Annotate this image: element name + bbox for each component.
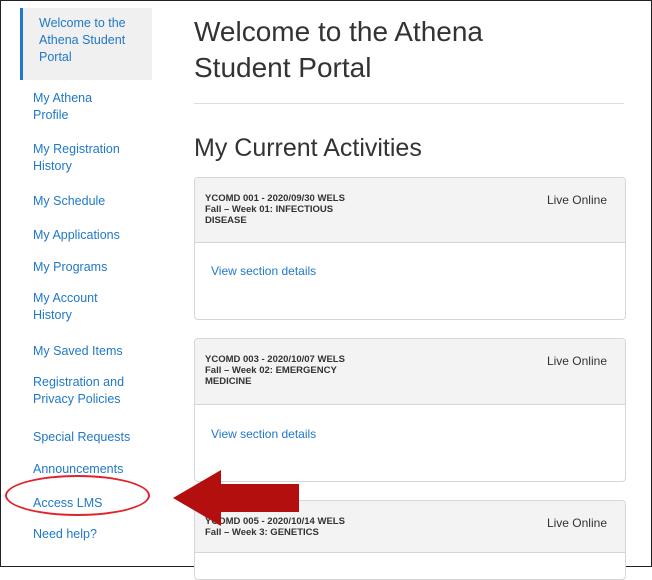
title-divider [194,103,624,104]
view-section-details-link[interactable]: View section details [211,427,316,441]
activity-title: YCOMD 001 - 2020/09/30 WELS Fall – Week … [205,193,405,226]
sidebar-item-applications[interactable]: My Applications [20,227,120,244]
activity-card: YCOMD 001 - 2020/09/30 WELS Fall – Week … [194,177,626,320]
sidebar-item-label: Announcements [33,462,124,476]
activity-title-line: YCOMD 001 - 2020/09/30 WELS [205,193,345,204]
activity-card-header: YCOMD 003 - 2020/10/07 WELS Fall – Week … [195,339,625,405]
sidebar-item-special-requests[interactable]: Special Requests [20,429,130,446]
sidebar-item-label: History [33,159,72,173]
activity-title: YCOMD 003 - 2020/10/07 WELS Fall – Week … [205,354,405,387]
sidebar-item-label: Special Requests [33,430,131,444]
sidebar-item-label: History [33,308,72,322]
sidebar-item-label: My Applications [33,228,120,242]
sidebar-item-saved-items[interactable]: My Saved Items [20,343,123,360]
delivery-mode: Live Online [546,354,607,368]
sidebar-item-athena-profile[interactable]: My Athena Profile [20,90,92,124]
sidebar-item-welcome[interactable]: Welcome to the Athena Student Portal [20,8,152,80]
delivery-mode: Live Online [546,516,607,530]
activity-title-line: YCOMD 003 - 2020/10/07 WELS [205,354,345,365]
sidebar-item-label: My Schedule [33,194,106,208]
sidebar-item-label: Portal [39,50,72,64]
sidebar-item-account-history[interactable]: My Account History [20,290,98,324]
sidebar-item-label: My Programs [33,260,108,274]
sidebar-item-registration-history[interactable]: My Registration History [20,141,120,175]
activity-title-line: Fall – Week 01: INFECTIOUS [205,204,334,215]
sidebar-item-label: Need help? [33,527,97,541]
sidebar-item-label: My Account [33,291,98,305]
sidebar-item-label: My Registration [33,142,120,156]
page-title-line: Welcome to the Athena [194,16,483,47]
highlight-ellipse [5,475,150,516]
sidebar-item-need-help[interactable]: Need help? [20,526,97,543]
sidebar-item-label: Privacy Policies [33,392,121,406]
left-arrow-icon [173,470,299,526]
view-section-details-link[interactable]: View section details [211,264,316,278]
sidebar-item-label: Profile [33,108,69,122]
activity-card-header: YCOMD 001 - 2020/09/30 WELS Fall – Week … [195,178,625,243]
activity-card: YCOMD 003 - 2020/10/07 WELS Fall – Week … [194,338,626,482]
page-title: Welcome to the Athena Student Portal [194,14,624,86]
delivery-mode: Live Online [546,193,607,207]
sidebar-item-label: Athena Student [39,33,126,47]
activity-title-line: DISEASE [205,215,247,226]
activity-title-line: MEDICINE [205,376,252,387]
sidebar-item-label: My Saved Items [33,344,123,358]
sidebar-item-label: My Athena [33,91,93,105]
section-title: My Current Activities [194,134,422,162]
sidebar-nav: Welcome to the Athena Student Portal My … [20,8,152,541]
page-title-line: Student Portal [194,52,372,83]
sidebar-item-privacy-policies[interactable]: Registration and Privacy Policies [20,374,124,408]
sidebar-item-label: Registration and [33,375,125,389]
sidebar-item-programs[interactable]: My Programs [20,259,107,276]
sidebar-item-schedule[interactable]: My Schedule [20,193,105,210]
sidebar-item-label: Welcome to the [39,16,126,30]
activity-title-line: Fall – Week 3: GENETICS [205,527,319,538]
activity-title-line: Fall – Week 02: EMERGENCY [205,365,337,376]
